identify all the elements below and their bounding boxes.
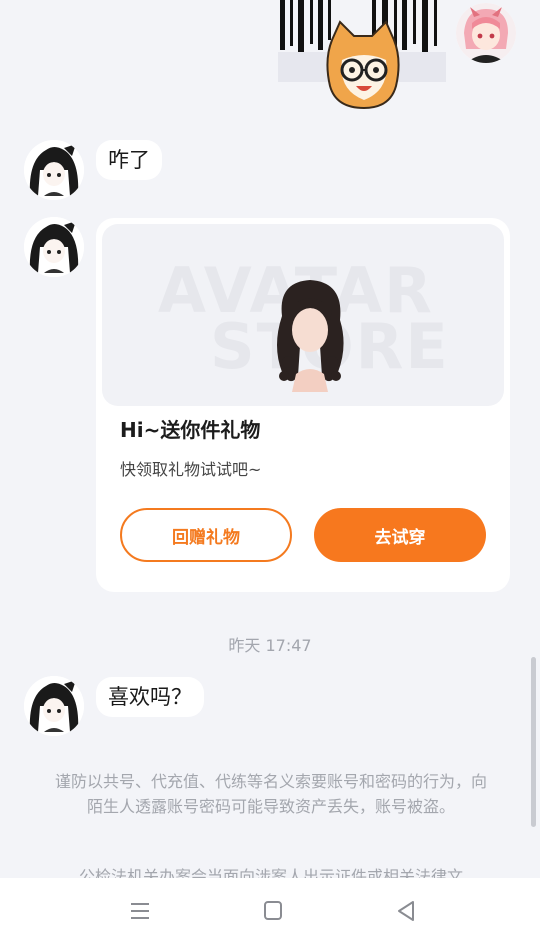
dark-hair-avatar-icon (24, 217, 84, 277)
menu-icon[interactable] (126, 898, 154, 924)
gift-banner: AVATAR STORE (102, 224, 504, 406)
home-icon[interactable] (259, 898, 287, 924)
my-avatar[interactable] (456, 3, 516, 63)
return-gift-button[interactable]: 回赠礼物 (120, 508, 292, 562)
fox-sticker-icon (278, 0, 446, 110)
safety-notice: 谨防以共号、代充值、代练等名义索要账号和密码的行为，向陌生人透露账号密码可能导致… (54, 772, 487, 816)
police-notice: 公检法机关办案会当面向涉案人出示证件或相关法律文 (52, 862, 490, 878)
message-timestamp: 昨天 17:47 (228, 636, 312, 655)
dark-hair-avatar-icon (24, 676, 84, 736)
system-nav-bar (0, 878, 540, 944)
sticker-image[interactable] (278, 0, 446, 110)
contact-avatar[interactable] (24, 140, 84, 200)
police-notice-text: 公检法机关办案会当面向涉案人出示证件或相关法律文 (78, 867, 463, 878)
scrollbar[interactable] (531, 657, 536, 827)
gift-card[interactable]: AVATAR STORE Hi~送你件礼物 快领取礼物试试吧~ 回赠礼物 去试穿 (96, 218, 510, 592)
contact-avatar[interactable] (24, 676, 84, 736)
message-bubble-2[interactable]: 喜欢吗？ (96, 677, 204, 717)
message-text: 喜欢吗？ (108, 685, 192, 709)
message-text: 咋了 (108, 148, 150, 172)
try-on-button[interactable]: 去试穿 (314, 508, 486, 562)
pink-hair-avatar-icon (456, 3, 516, 63)
message-bubble-1[interactable]: 咋了 (96, 140, 162, 180)
contact-avatar[interactable] (24, 217, 84, 277)
dark-hair-avatar-icon (24, 140, 84, 200)
gift-title: Hi~送你件礼物 (120, 418, 261, 442)
hair-item-icon (277, 280, 344, 392)
gift-subtitle: 快领取礼物试试吧~ (120, 460, 262, 479)
back-icon[interactable] (392, 898, 420, 924)
